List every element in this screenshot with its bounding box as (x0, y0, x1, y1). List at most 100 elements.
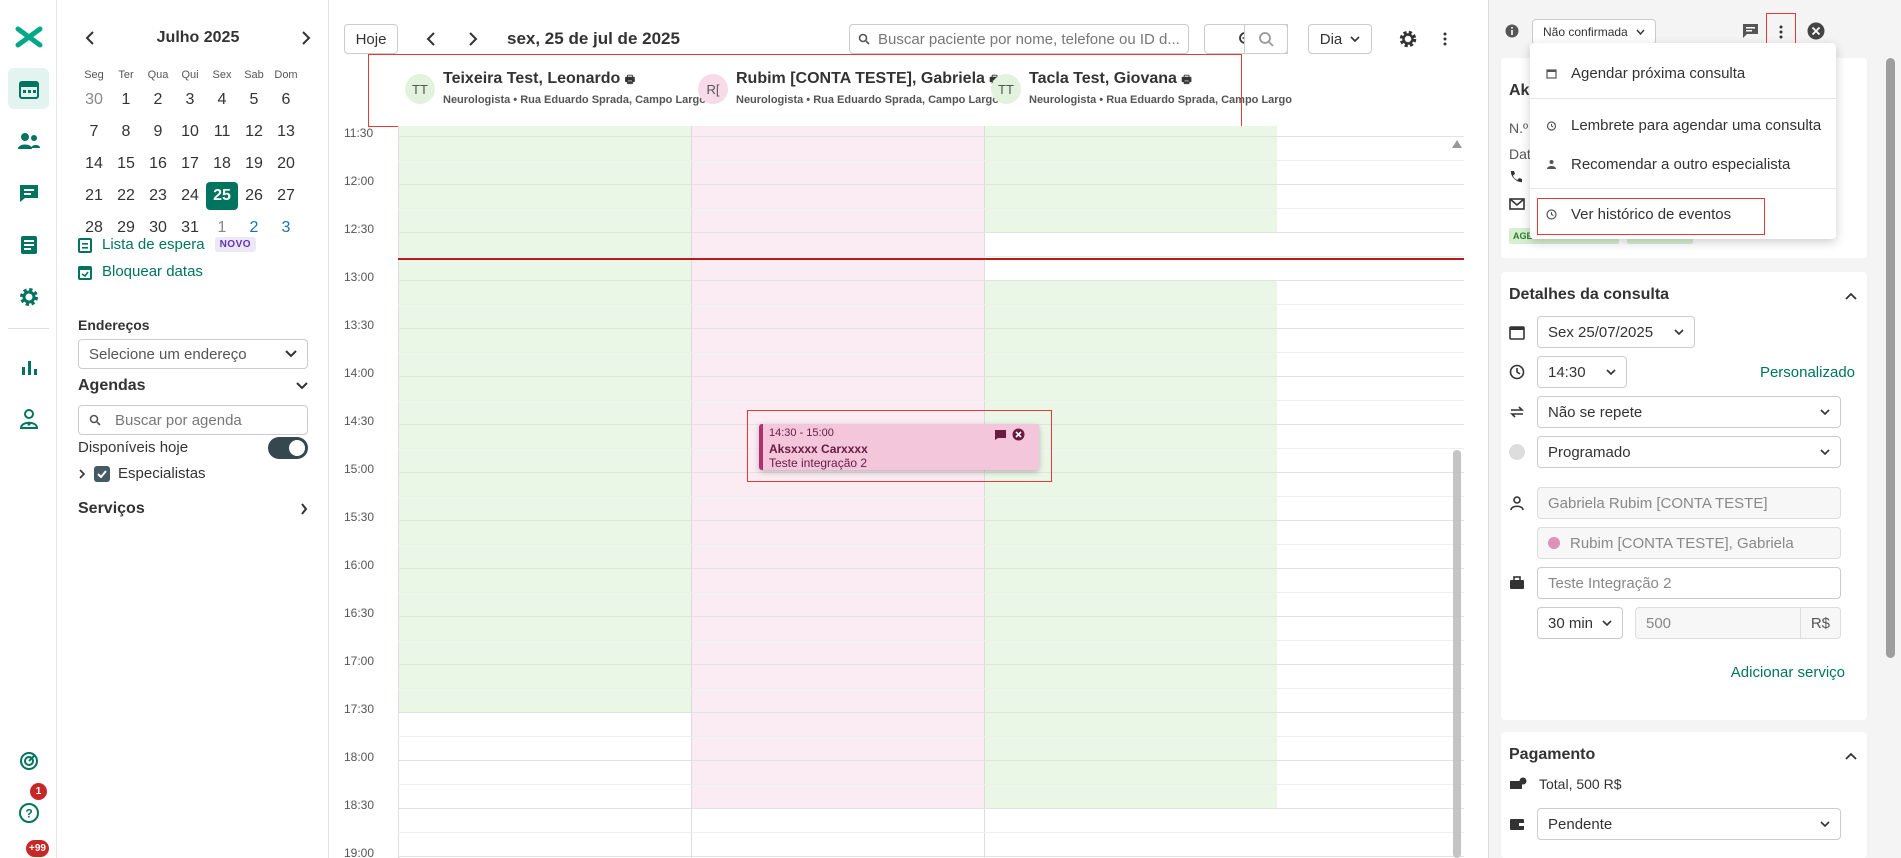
specialist-nav-icon[interactable] (8, 398, 49, 439)
calendar-day[interactable]: 7 (78, 118, 110, 146)
calendar-day[interactable]: 24 (174, 182, 206, 210)
scroll-thumb[interactable] (1453, 450, 1461, 858)
payment-status-row: Pendente (1509, 808, 1841, 840)
column-leonardo[interactable] (398, 126, 691, 858)
custom-time-link[interactable]: Personalizado (1760, 364, 1855, 381)
calendar-day[interactable]: 21 (78, 182, 110, 210)
view-select[interactable]: Dia (1308, 24, 1372, 54)
calendar-day[interactable]: 17 (174, 150, 206, 178)
records-nav-icon[interactable] (8, 224, 49, 265)
time-row: 14:30 (1509, 356, 1627, 388)
calendar-day[interactable]: 25 (206, 182, 238, 210)
messages-nav-icon[interactable] (8, 172, 49, 213)
grid-line (398, 760, 1464, 761)
more-options-button[interactable] (1430, 24, 1460, 54)
payment-card: Pagamento Total, 500 R$ Pendente (1501, 732, 1867, 858)
zoom-out-button[interactable] (1244, 24, 1288, 54)
menu-item-label: Recomendar a outro especialista (1571, 156, 1791, 173)
calendar-day[interactable]: 16 (142, 150, 174, 178)
gear-icon (1399, 30, 1417, 48)
calendar-day[interactable]: 2 (142, 86, 174, 114)
chevron-up-icon[interactable] (1845, 752, 1857, 760)
prev-day-button[interactable] (416, 24, 446, 54)
doctoralia-logo-icon[interactable] (8, 16, 49, 57)
menu-item-recommend[interactable]: Recomendar a outro especialista (1530, 156, 1836, 173)
date-select[interactable]: Sex 25/07/2025 (1537, 316, 1695, 348)
state-select[interactable]: Programado (1537, 436, 1841, 468)
patient-search-input[interactable]: Buscar paciente por nome, telefone ou ID… (849, 24, 1189, 54)
block-dates-link[interactable]: Bloquear datas (78, 263, 203, 280)
calendar-day[interactable]: 11 (206, 118, 238, 146)
info-icon[interactable] (1505, 24, 1519, 38)
block-calendar-icon (78, 265, 92, 280)
specialists-filter[interactable]: Especialistas (78, 465, 206, 482)
grid-line (398, 784, 1464, 785)
menu-item-schedule-next[interactable]: Agendar próxima consulta (1530, 65, 1836, 82)
cash-icon (1510, 777, 1527, 789)
waitlist-link[interactable]: Lista de espera NOVO (78, 236, 257, 253)
calendar-day[interactable]: 19 (238, 150, 270, 178)
agenda-search-input[interactable]: Buscar por agenda (78, 405, 308, 435)
available-today-toggle[interactable] (268, 437, 308, 459)
wallet-icon (1510, 819, 1524, 830)
calendar-day[interactable]: 20 (270, 150, 302, 178)
specialists-checkbox[interactable] (94, 465, 110, 482)
agendas-section-header[interactable]: Agendas (78, 377, 308, 395)
calendar-day[interactable]: 4 (206, 86, 238, 114)
agendas-label: Agendas (78, 377, 146, 394)
today-button[interactable]: Hoje (344, 24, 398, 54)
calendar-day[interactable]: 13 (270, 118, 302, 146)
calendar-day[interactable]: 14 (78, 150, 110, 178)
chat-icon[interactable] (1742, 23, 1759, 39)
weekday-label: Qua (147, 69, 169, 81)
services-section-header[interactable]: Serviços (78, 500, 308, 518)
repeat-select[interactable]: Não se repete (1537, 396, 1841, 428)
calendar-day[interactable]: 3 (270, 214, 302, 242)
column-gabriela[interactable] (691, 126, 984, 858)
grid-line (398, 736, 1464, 737)
calendar-day[interactable]: 15 (110, 150, 142, 178)
price-input[interactable]: 500 R$ (1635, 607, 1841, 639)
chevron-left-icon (426, 32, 435, 46)
chevron-up-icon[interactable] (1845, 292, 1857, 300)
prev-month-button[interactable] (78, 26, 102, 50)
calendar-day[interactable]: 10 (174, 118, 206, 146)
menu-item-reminder[interactable]: Lembrete para agendar uma consulta (1530, 117, 1836, 134)
calendar-day[interactable]: 5 (238, 86, 270, 114)
payment-status-select[interactable]: Pendente (1537, 808, 1841, 840)
add-service-link[interactable]: Adicionar serviço (1731, 664, 1845, 681)
calendar-settings-button[interactable] (1393, 24, 1423, 54)
duration-select[interactable]: 30 min (1537, 607, 1623, 639)
calendar-day[interactable]: 9 (142, 118, 174, 146)
event-highlight (747, 410, 1052, 482)
patients-nav-icon[interactable] (8, 120, 49, 161)
calendar-day[interactable]: 6 (270, 86, 302, 114)
status-select[interactable]: Não confirmada (1532, 19, 1656, 45)
grid-line (398, 544, 1464, 545)
doctor-icon (1547, 160, 1556, 169)
calendar-nav-icon[interactable] (8, 68, 49, 109)
address-select[interactable]: Selecione um endereço (78, 339, 308, 369)
calendar-day[interactable]: 27 (270, 182, 302, 210)
calendar-day[interactable]: 12 (238, 118, 270, 146)
column-giovana[interactable] (984, 126, 1277, 858)
calendar-day[interactable]: 26 (238, 182, 270, 210)
speed-nav-icon[interactable] (8, 740, 49, 781)
grid-scrollbar[interactable] (1450, 126, 1464, 858)
settings-nav-icon[interactable] (8, 276, 49, 317)
calendar-day[interactable]: 22 (110, 182, 142, 210)
calendar-day[interactable]: 23 (142, 182, 174, 210)
calendar-day[interactable]: 18 (206, 150, 238, 178)
repeat-value: Não se repete (1548, 403, 1643, 421)
calendar-day[interactable]: 8 (110, 118, 142, 146)
calendar-day[interactable]: 3 (174, 86, 206, 114)
calendar-day[interactable]: 30 (78, 86, 110, 114)
calendar-day[interactable]: 1 (110, 86, 142, 114)
close-icon[interactable] (1807, 22, 1825, 40)
next-day-button[interactable] (458, 24, 488, 54)
panel-scrollbar[interactable] (1886, 58, 1895, 658)
reports-nav-icon[interactable] (8, 346, 49, 387)
next-month-button[interactable] (294, 26, 318, 50)
time-select[interactable]: 14:30 (1537, 356, 1627, 388)
service-input[interactable]: Teste Integração 2 (1537, 567, 1841, 599)
